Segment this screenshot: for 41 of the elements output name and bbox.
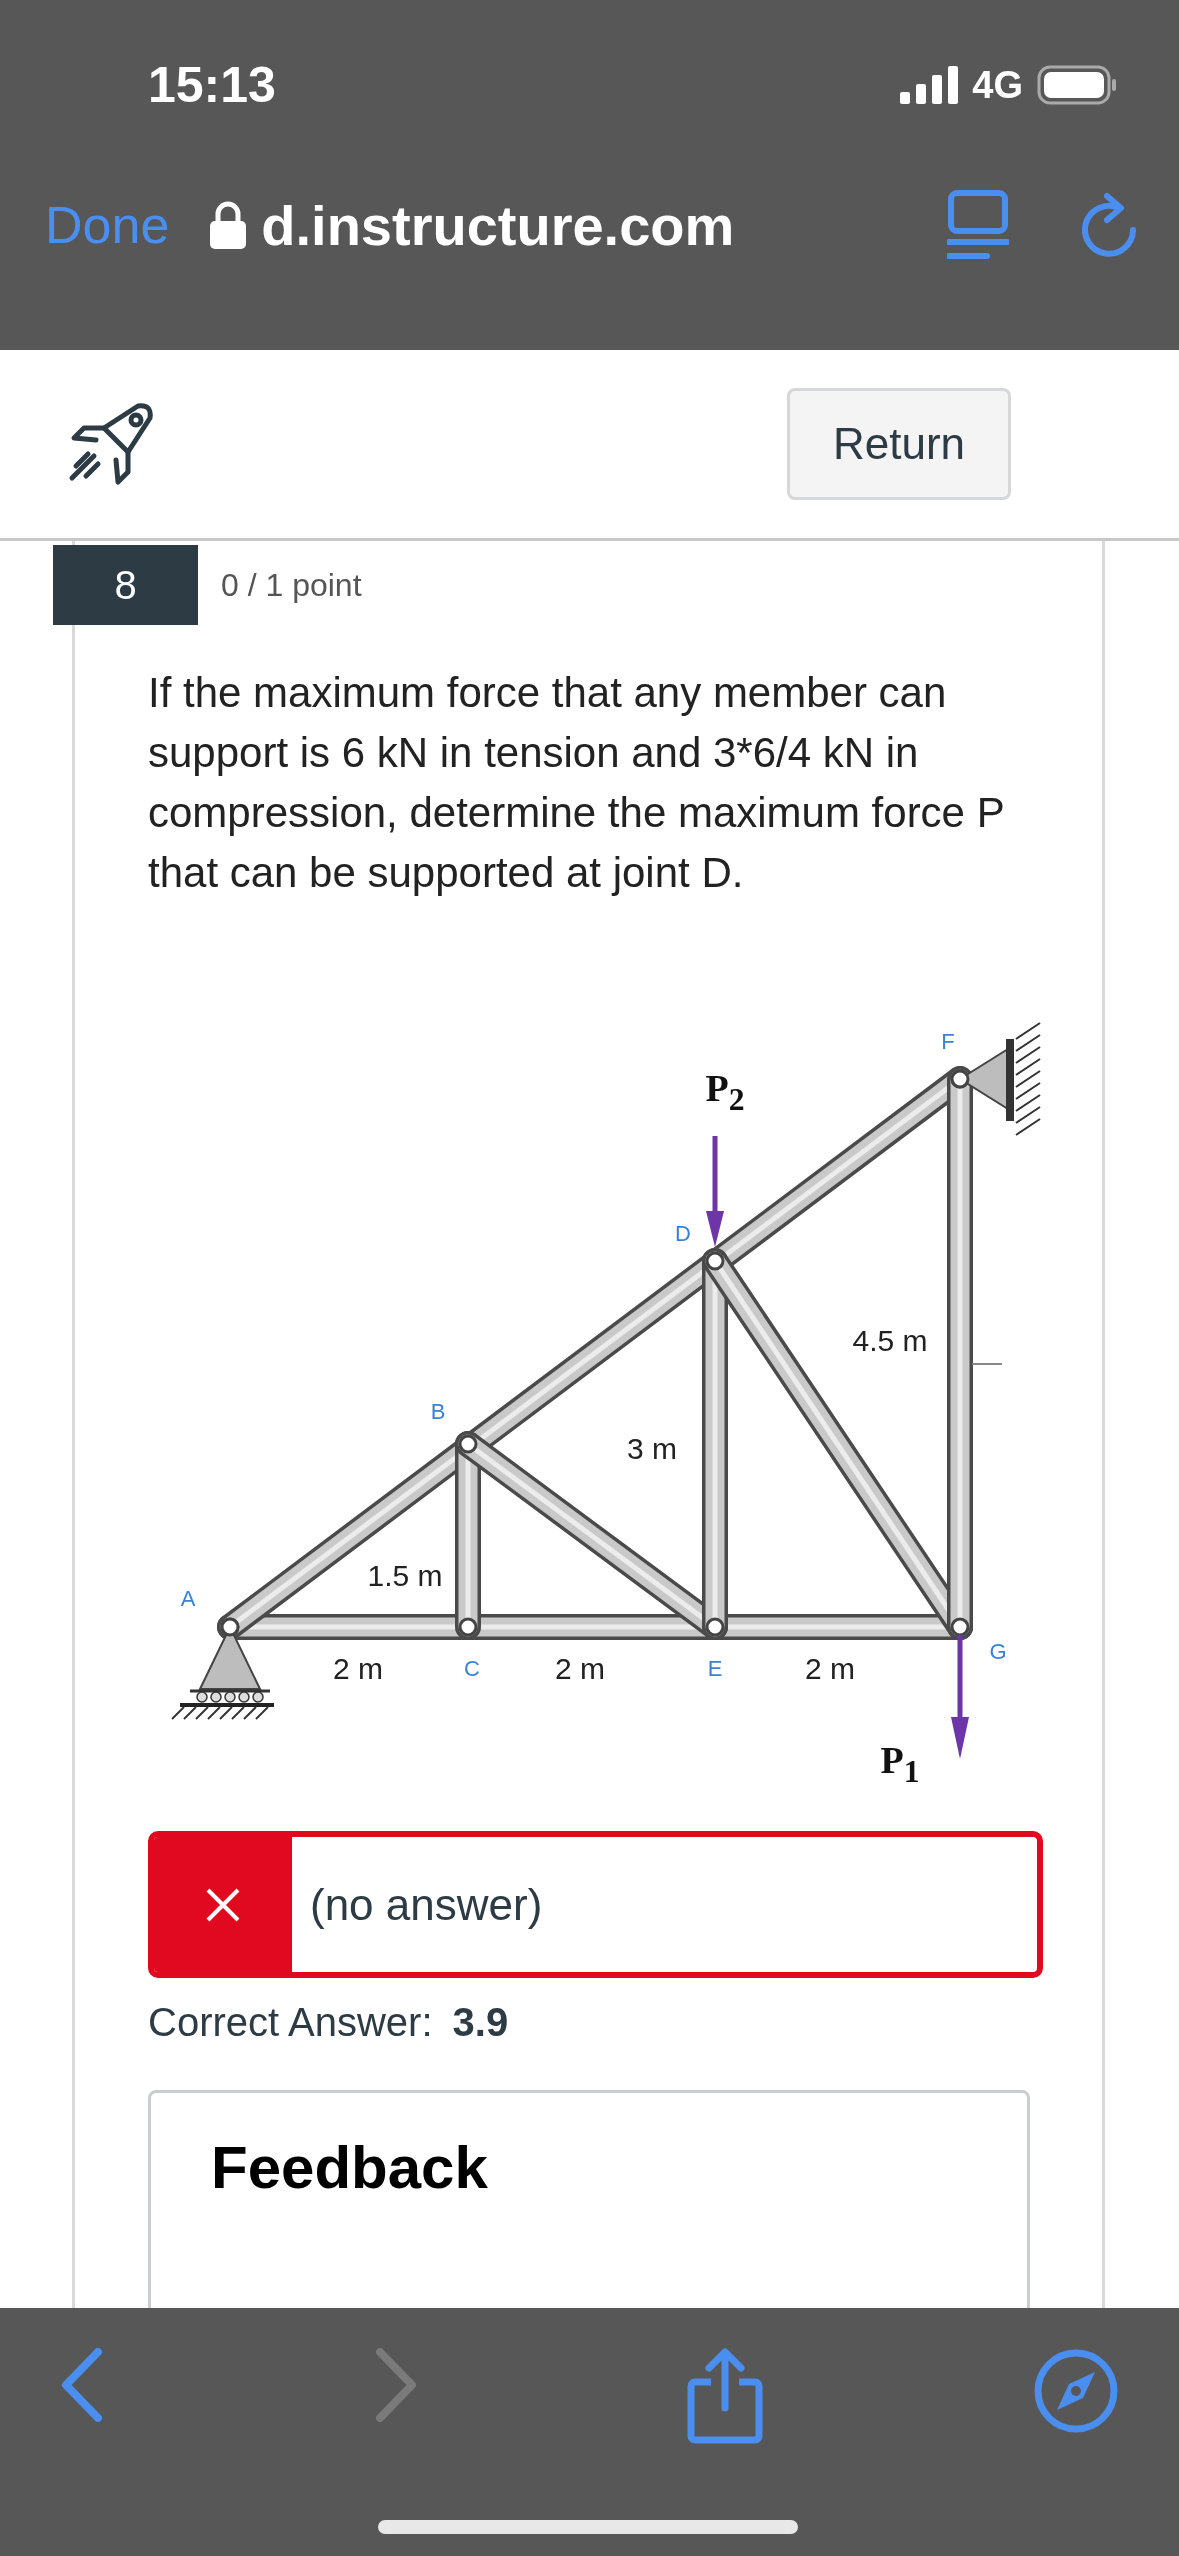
reader-icon[interactable] bbox=[947, 190, 1009, 260]
share-button[interactable] bbox=[687, 2348, 764, 2444]
forward-button[interactable] bbox=[373, 2348, 418, 2422]
dimension-label: 1.5 m bbox=[367, 1559, 443, 1593]
return-button[interactable]: Return bbox=[787, 388, 1011, 500]
points-text: 0 / 1 point bbox=[221, 566, 362, 604]
correct-answer-value: 3.9 bbox=[452, 2000, 509, 2045]
load-label: P$_{2}$ bbox=[705, 1066, 745, 1118]
dimension-label: 4.5 m bbox=[852, 1324, 928, 1358]
dimension-label: 3 m bbox=[627, 1432, 677, 1466]
correct-answer-label: Correct Answer: bbox=[148, 2000, 433, 2045]
cross-icon bbox=[205, 1886, 241, 1923]
status-time: 15:13 bbox=[148, 56, 277, 114]
compass-icon bbox=[1032, 2348, 1119, 2434]
share-icon bbox=[687, 2348, 764, 2444]
back-icon bbox=[60, 2348, 104, 2422]
question-number: 8 bbox=[53, 545, 198, 625]
joint-label: B bbox=[430, 1399, 446, 1425]
joint-label: C bbox=[464, 1656, 480, 1682]
lock-icon bbox=[209, 200, 248, 250]
compass-button[interactable] bbox=[1032, 2348, 1119, 2434]
joint-label: D bbox=[675, 1221, 691, 1247]
joint-label: E bbox=[707, 1656, 723, 1682]
forward-icon bbox=[373, 2348, 418, 2422]
feedback-title: Feedback bbox=[211, 2133, 489, 2202]
question-text: If the maximum force that any member can support is 6 kN in tension and 3*6/4 kN in compression, determine the maximum force P that can be supported at joint D. bbox=[148, 668, 1005, 898]
rocket-icon bbox=[68, 402, 154, 486]
reload-icon[interactable] bbox=[1079, 192, 1139, 258]
signal-icon bbox=[900, 66, 959, 104]
network-type: 4G bbox=[972, 63, 1023, 107]
joint-label: A bbox=[180, 1586, 196, 1612]
dimension-label: 2 m bbox=[333, 1652, 383, 1686]
url-text[interactable]: d.instructure.com bbox=[261, 192, 735, 258]
load-label: P$_{1}$ bbox=[880, 1738, 920, 1790]
joint-label: F bbox=[941, 1029, 955, 1055]
dimension-label: 2 m bbox=[805, 1652, 855, 1686]
back-button[interactable] bbox=[60, 2348, 104, 2422]
answer-value: (no answer) bbox=[309, 1878, 543, 1931]
joint-label: G bbox=[989, 1639, 1007, 1665]
dimension-label: 2 m bbox=[555, 1652, 605, 1686]
battery-icon bbox=[1037, 65, 1117, 105]
